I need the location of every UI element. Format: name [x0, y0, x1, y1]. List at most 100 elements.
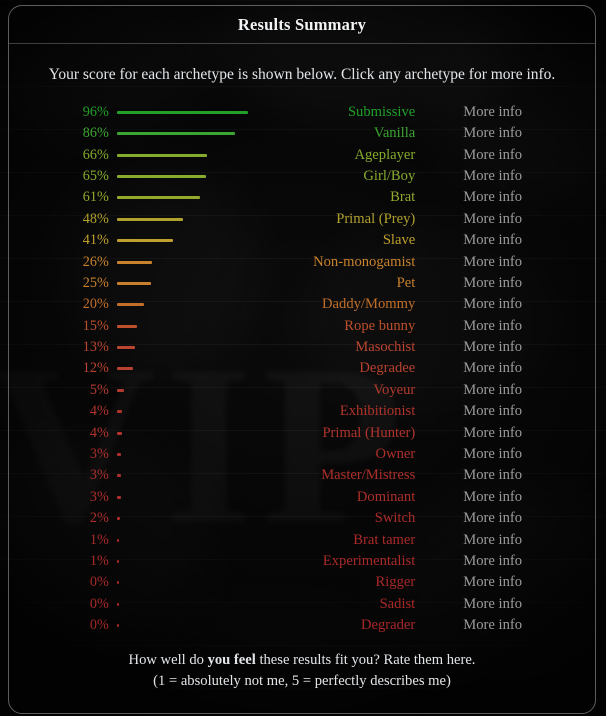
- archetype-label[interactable]: Switch: [288, 510, 416, 527]
- score-bar-track: [109, 431, 289, 435]
- result-row: 26% Non-monogamist More info: [9, 251, 595, 272]
- more-info-link[interactable]: More info: [415, 596, 595, 613]
- result-row: 3% Dominant More info: [9, 487, 595, 508]
- score-bar-track: [109, 196, 289, 200]
- more-info-link[interactable]: More info: [415, 104, 595, 121]
- result-row: 4% Exhibitionist More info: [9, 401, 595, 422]
- archetype-label[interactable]: Experimentalist: [288, 553, 415, 570]
- archetype-label[interactable]: Ageplayer: [288, 147, 415, 164]
- more-info-link[interactable]: More info: [415, 360, 595, 377]
- more-info-link[interactable]: More info: [415, 232, 595, 249]
- more-info-link[interactable]: More info: [415, 147, 595, 164]
- score-bar-track: [109, 132, 289, 136]
- archetype-label[interactable]: Degradee: [288, 360, 415, 377]
- result-row: 1% Brat tamer More info: [9, 529, 595, 550]
- archetype-label[interactable]: Sadist: [288, 596, 416, 613]
- more-info-link[interactable]: More info: [415, 467, 595, 484]
- score-percent: 3%: [89, 488, 109, 505]
- archetype-label[interactable]: Pet: [288, 275, 416, 292]
- more-info-link[interactable]: More info: [415, 296, 595, 313]
- archetype-label[interactable]: Owner: [288, 446, 416, 463]
- archetype-label[interactable]: Master/Mistress: [288, 467, 415, 484]
- result-row: 13% Masochist More info: [9, 337, 595, 358]
- footer-line-2: (1 = absolutely not me, 5 = perfectly de…: [153, 673, 451, 690]
- score-percent: 86%: [82, 125, 109, 142]
- score-bar-track: [109, 260, 289, 264]
- score-bar-track: [109, 153, 289, 157]
- more-info-link[interactable]: More info: [415, 125, 595, 142]
- score-percent: 65%: [82, 167, 109, 184]
- archetype-label[interactable]: Masochist: [288, 339, 415, 356]
- rate-them-here-link[interactable]: these results fit you? Rate them here.: [256, 652, 475, 668]
- more-info-link[interactable]: More info: [415, 275, 595, 292]
- result-row: 3% Owner More info: [9, 444, 595, 465]
- result-row: 86% Vanilla More info: [9, 123, 595, 144]
- intro-text: Your score for each archetype is shown b…: [48, 66, 556, 83]
- score-bar-fill: [116, 196, 201, 200]
- more-info-link[interactable]: More info: [415, 446, 595, 463]
- more-info-link[interactable]: More info: [415, 403, 595, 420]
- score-bar-fill: [116, 581, 119, 585]
- score-bar-track: [109, 346, 289, 350]
- more-info-link[interactable]: More info: [415, 510, 595, 527]
- score-bar-fill: [116, 132, 235, 136]
- score-percent: 13%: [82, 339, 109, 356]
- archetype-label[interactable]: Brat: [288, 189, 415, 206]
- result-row: 66% Ageplayer More info: [9, 144, 595, 165]
- more-info-link[interactable]: More info: [415, 318, 595, 335]
- more-info-link[interactable]: More info: [415, 425, 595, 442]
- score-bar-fill: [116, 517, 120, 521]
- score-percent: 26%: [82, 253, 109, 270]
- archetype-label[interactable]: Girl/Boy: [288, 168, 415, 185]
- score-bar-track: [109, 217, 289, 221]
- result-row: 65% Girl/Boy More info: [9, 166, 595, 187]
- score-bar-fill: [116, 560, 119, 563]
- archetype-label[interactable]: Rigger: [288, 574, 416, 591]
- more-info-link[interactable]: More info: [415, 168, 595, 185]
- more-info-link[interactable]: More info: [415, 382, 595, 399]
- more-info-link[interactable]: More info: [415, 254, 595, 271]
- archetype-label[interactable]: Brat tamer: [288, 532, 415, 549]
- archetype-label[interactable]: Primal (Hunter): [288, 425, 415, 442]
- more-info-link[interactable]: More info: [415, 532, 595, 549]
- score-bar-fill: [116, 217, 183, 221]
- archetype-label[interactable]: Exhibitionist: [288, 403, 415, 420]
- more-info-link[interactable]: More info: [415, 339, 595, 356]
- archetype-label[interactable]: Rope bunny: [288, 318, 415, 335]
- score-bar-fill: [116, 495, 121, 499]
- archetype-label[interactable]: Voyeur: [288, 382, 415, 399]
- more-info-link[interactable]: More info: [415, 553, 595, 570]
- score-bar-fill: [116, 453, 121, 457]
- score-bar-fill: [116, 110, 249, 114]
- archetype-label[interactable]: Daddy/Mommy: [288, 296, 415, 313]
- more-info-link[interactable]: More info: [415, 211, 595, 228]
- score-bar-track: [109, 581, 289, 585]
- score-bar-track: [109, 538, 289, 542]
- archetype-label[interactable]: Non-monogamist: [288, 254, 415, 271]
- footer-note: How well do you feel these results fit y…: [9, 650, 595, 691]
- more-info-link[interactable]: More info: [415, 489, 595, 506]
- footer-text-before: How well do: [128, 652, 208, 669]
- more-info-link[interactable]: More info: [415, 617, 595, 634]
- score-bar-track: [109, 453, 289, 457]
- archetype-label[interactable]: Slave: [288, 232, 415, 249]
- card-header: Results Summary: [9, 6, 595, 44]
- archetype-label[interactable]: Submissive: [288, 104, 415, 121]
- score-percent: 4%: [89, 424, 109, 441]
- page-title: Results Summary: [237, 14, 367, 34]
- result-row: 5% Voyeur More info: [9, 380, 595, 401]
- score-bar-fill: [116, 174, 206, 178]
- score-bar-fill: [116, 367, 134, 371]
- score-bar-fill: [116, 303, 145, 307]
- score-bar-track: [109, 517, 289, 521]
- score-bar-fill: [116, 239, 173, 243]
- archetype-label[interactable]: Vanilla: [288, 125, 415, 142]
- score-bar-track: [109, 110, 289, 114]
- footer-line-1: How well do you feel these results fit y…: [27, 650, 577, 671]
- archetype-label[interactable]: Degrader: [288, 617, 415, 634]
- archetype-label[interactable]: Dominant: [288, 489, 415, 506]
- more-info-link[interactable]: More info: [415, 574, 595, 591]
- more-info-link[interactable]: More info: [415, 189, 595, 206]
- result-row: 48% Primal (Prey) More info: [9, 209, 595, 230]
- archetype-label[interactable]: Primal (Prey): [288, 211, 415, 228]
